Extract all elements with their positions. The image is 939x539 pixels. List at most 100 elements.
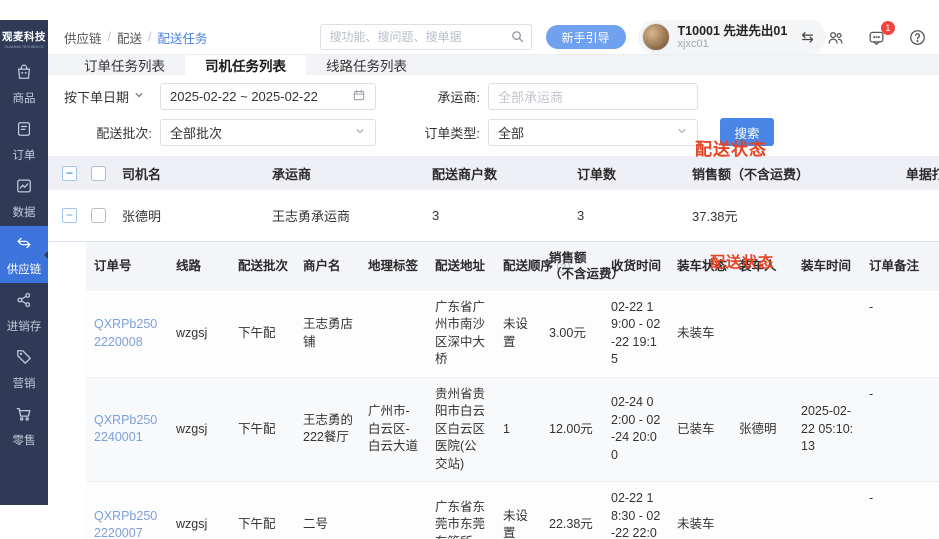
tab-order-tasks[interactable]: 订单任务列表 — [64, 55, 185, 75]
messages-icon[interactable]: 1 — [867, 28, 886, 47]
merchant: 二号 — [295, 482, 360, 539]
order-no-link[interactable]: QXRPb2502220007 — [86, 482, 168, 539]
sidebar-item-label: 订单 — [13, 147, 36, 163]
sidebar-item-label: 供应链 — [7, 261, 42, 277]
share-nodes-icon — [14, 290, 34, 315]
col-amount: 销售额（不含运费） — [541, 242, 603, 291]
breadcrumb-separator: / — [148, 30, 151, 44]
remark: - — [861, 378, 939, 482]
amount: 12.00元 — [541, 378, 603, 482]
route: wzgsj — [168, 378, 230, 482]
tab-driver-tasks[interactable]: 司机任务列表 — [185, 55, 306, 75]
col-remark: 订单备注 — [861, 242, 939, 291]
global-search-input[interactable] — [320, 24, 532, 50]
tag-icon — [14, 347, 34, 372]
global-search — [320, 24, 532, 50]
app-logo: 观麦科技 GUANMAI TECHNOLOGY — [0, 20, 48, 55]
address: 贵州省贵阳市白云区白云区医院(公交站) — [427, 378, 495, 482]
date-range-input[interactable]: 2025-02-22 ~ 2025-02-22 — [160, 83, 376, 110]
batch-select[interactable]: 全部批次 — [160, 119, 376, 146]
help-icon[interactable] — [908, 28, 927, 47]
user-chip[interactable]: T10001 先进先出01 xjxc01 ⇆ — [638, 20, 826, 54]
date-mode-dropdown[interactable]: 按下单日期 — [64, 87, 160, 106]
batch: 下午配 — [230, 482, 295, 539]
sidebar-item-data[interactable]: 数据 — [0, 169, 48, 226]
order-doc-icon — [14, 119, 34, 144]
sidebar-item-inventory[interactable]: 进销存 — [0, 283, 48, 340]
loader: 张德明 — [731, 378, 793, 482]
collapse-all-toggle[interactable]: − — [62, 166, 77, 181]
batch: 下午配 — [230, 291, 295, 377]
order-count: 3 — [575, 208, 690, 223]
chevron-down-icon — [133, 89, 145, 104]
search-button[interactable]: 搜索 — [720, 118, 774, 146]
driver-table: − 司机名 承运商 配送商户数 订单数 销售额（不含运费） 单据打印 − 张德明 — [48, 156, 939, 242]
load-time — [793, 482, 861, 539]
user-account: xjxc01 — [678, 38, 788, 50]
sidebar-item-supply-chain[interactable]: 供应链 — [0, 226, 48, 283]
col-sales: 销售额（不含运费） — [690, 164, 840, 183]
load-time: 2025-02-22 05:10:13 — [793, 378, 861, 482]
driver-row: − 张德明 王志勇承运商 3 3 37.38元 — [48, 190, 939, 242]
contacts-icon[interactable] — [826, 28, 845, 47]
address: 广东省东莞市东莞车管所 — [427, 482, 495, 539]
batch: 下午配 — [230, 378, 295, 482]
merchant-count: 3 — [430, 208, 575, 223]
merchant: 王志勇的222餐厅 — [295, 378, 360, 482]
breadcrumb-supply-chain[interactable]: 供应链 — [64, 28, 102, 47]
topbar: 供应链 / 配送 / 配送任务 新手引导 T10001 先进先出01 xjxc0… — [48, 20, 939, 55]
order-row: QXRPb2502220007 wzgsj 下午配 二号 广东省东莞市东莞车管所… — [86, 482, 939, 539]
bag-icon — [14, 62, 34, 87]
order-type-select[interactable]: 全部 — [488, 119, 698, 146]
sidebar-item-retail[interactable]: 零售 — [0, 397, 48, 454]
load-time — [793, 291, 861, 377]
col-geo-tag: 地理标签 — [360, 242, 427, 291]
address: 广东省广州市南沙区深中大桥 — [427, 291, 495, 377]
row-checkbox[interactable] — [91, 208, 106, 223]
task-tabs: 订单任务列表 司机任务列表 线路任务列表 — [48, 55, 939, 75]
sidebar: 观麦科技 GUANMAI TECHNOLOGY 商品 订单 数据 供应链 — [0, 20, 48, 505]
load-status: 已装车 — [669, 378, 731, 482]
select-all-checkbox[interactable] — [91, 166, 106, 181]
sidebar-item-marketing[interactable]: 营销 — [0, 340, 48, 397]
col-merchant-count: 配送商户数 — [430, 164, 575, 183]
print-icon[interactable] — [840, 205, 939, 226]
date-mode-label: 按下单日期 — [64, 87, 129, 106]
breadcrumb-delivery[interactable]: 配送 — [117, 28, 142, 47]
sidebar-item-orders[interactable]: 订单 — [0, 112, 48, 169]
loader — [731, 482, 793, 539]
sidebar-item-label: 数据 — [13, 204, 36, 220]
col-print: 单据打印 — [840, 164, 939, 183]
tab-route-tasks[interactable]: 线路任务列表 — [306, 55, 427, 75]
sidebar-item-products[interactable]: 商品 — [0, 55, 48, 112]
col-route: 线路 — [168, 242, 230, 291]
batch-label: 配送批次: — [64, 123, 152, 142]
switch-account-icon[interactable]: ⇆ — [801, 28, 814, 46]
user-name: T10001 先进先出01 — [678, 24, 788, 38]
order-no-link[interactable]: QXRPb2502240001 — [86, 378, 168, 482]
amount: 3.00元 — [541, 291, 603, 377]
breadcrumb-separator: / — [108, 30, 111, 44]
col-order-no: 订单号 — [86, 242, 168, 291]
order-type-value: 全部 — [498, 123, 524, 142]
newbie-guide-button[interactable]: 新手引导 — [546, 25, 626, 49]
collapse-row-toggle[interactable]: − — [62, 208, 77, 223]
chevron-down-icon — [676, 125, 688, 140]
seq: 未设置 — [495, 291, 541, 377]
geo-tag — [360, 291, 427, 377]
breadcrumb-delivery-tasks[interactable]: 配送任务 — [158, 28, 208, 47]
date-range-value: 2025-02-22 ~ 2025-02-22 — [170, 89, 318, 104]
order-no-link[interactable]: QXRPb2502220008 — [86, 291, 168, 377]
geo-tag — [360, 482, 427, 539]
sidebar-item-label: 进销存 — [7, 318, 42, 334]
carrier-name: 王志勇承运商 — [270, 206, 430, 225]
merchant: 王志勇店铺 — [295, 291, 360, 377]
chart-line-icon — [14, 176, 34, 201]
carrier-input[interactable]: 全部承运商 — [488, 83, 698, 110]
search-icon[interactable] — [510, 29, 525, 49]
receive-time: 02-22 19:00 - 02-22 19:15 — [603, 291, 669, 377]
main-area: 供应链 / 配送 / 配送任务 新手引导 T10001 先进先出01 xjxc0… — [48, 20, 939, 505]
topbar-icons: 1 ⋮ — [826, 27, 939, 47]
col-merchant: 商户名 — [295, 242, 360, 291]
route: wzgsj — [168, 482, 230, 539]
